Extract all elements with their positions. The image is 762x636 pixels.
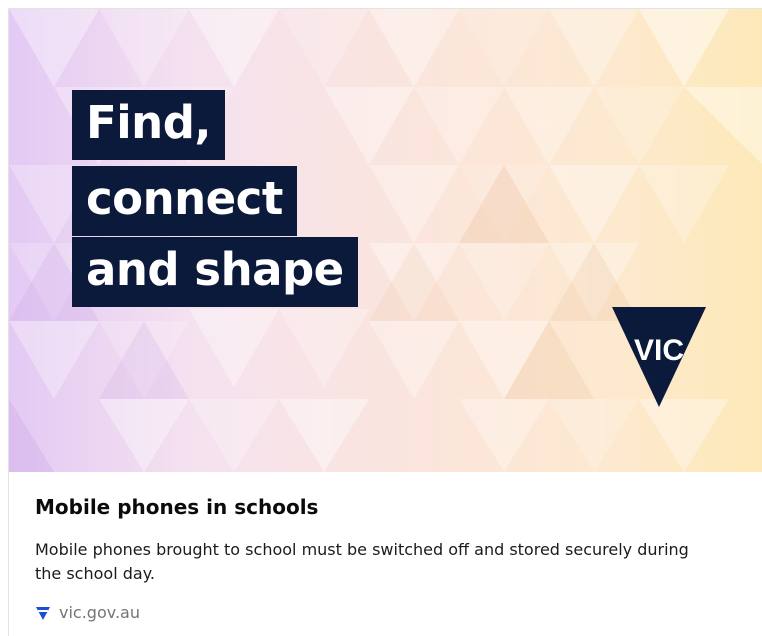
vic-logo-text: VIC	[634, 334, 684, 367]
link-preview-card[interactable]: Find, connect and shape VIC Mobile phone…	[8, 8, 762, 636]
headline-line-2: connect	[72, 166, 297, 236]
headline-line-3: and shape	[72, 237, 358, 307]
source-domain: vic.gov.au	[59, 603, 140, 622]
preview-description: Mobile phones brought to school must be …	[35, 540, 689, 583]
preview-source[interactable]: vic.gov.au	[35, 603, 140, 622]
vic-favicon-icon	[36, 606, 50, 620]
preview-title[interactable]: Mobile phones in schools	[35, 495, 318, 519]
headline-line-1: Find,	[72, 90, 226, 160]
preview-image[interactable]: Find, connect and shape VIC	[9, 9, 762, 472]
vic-government-logo: VIC	[612, 307, 706, 407]
preview-text-area: Mobile phones in schools Mobile phones b…	[9, 472, 762, 636]
